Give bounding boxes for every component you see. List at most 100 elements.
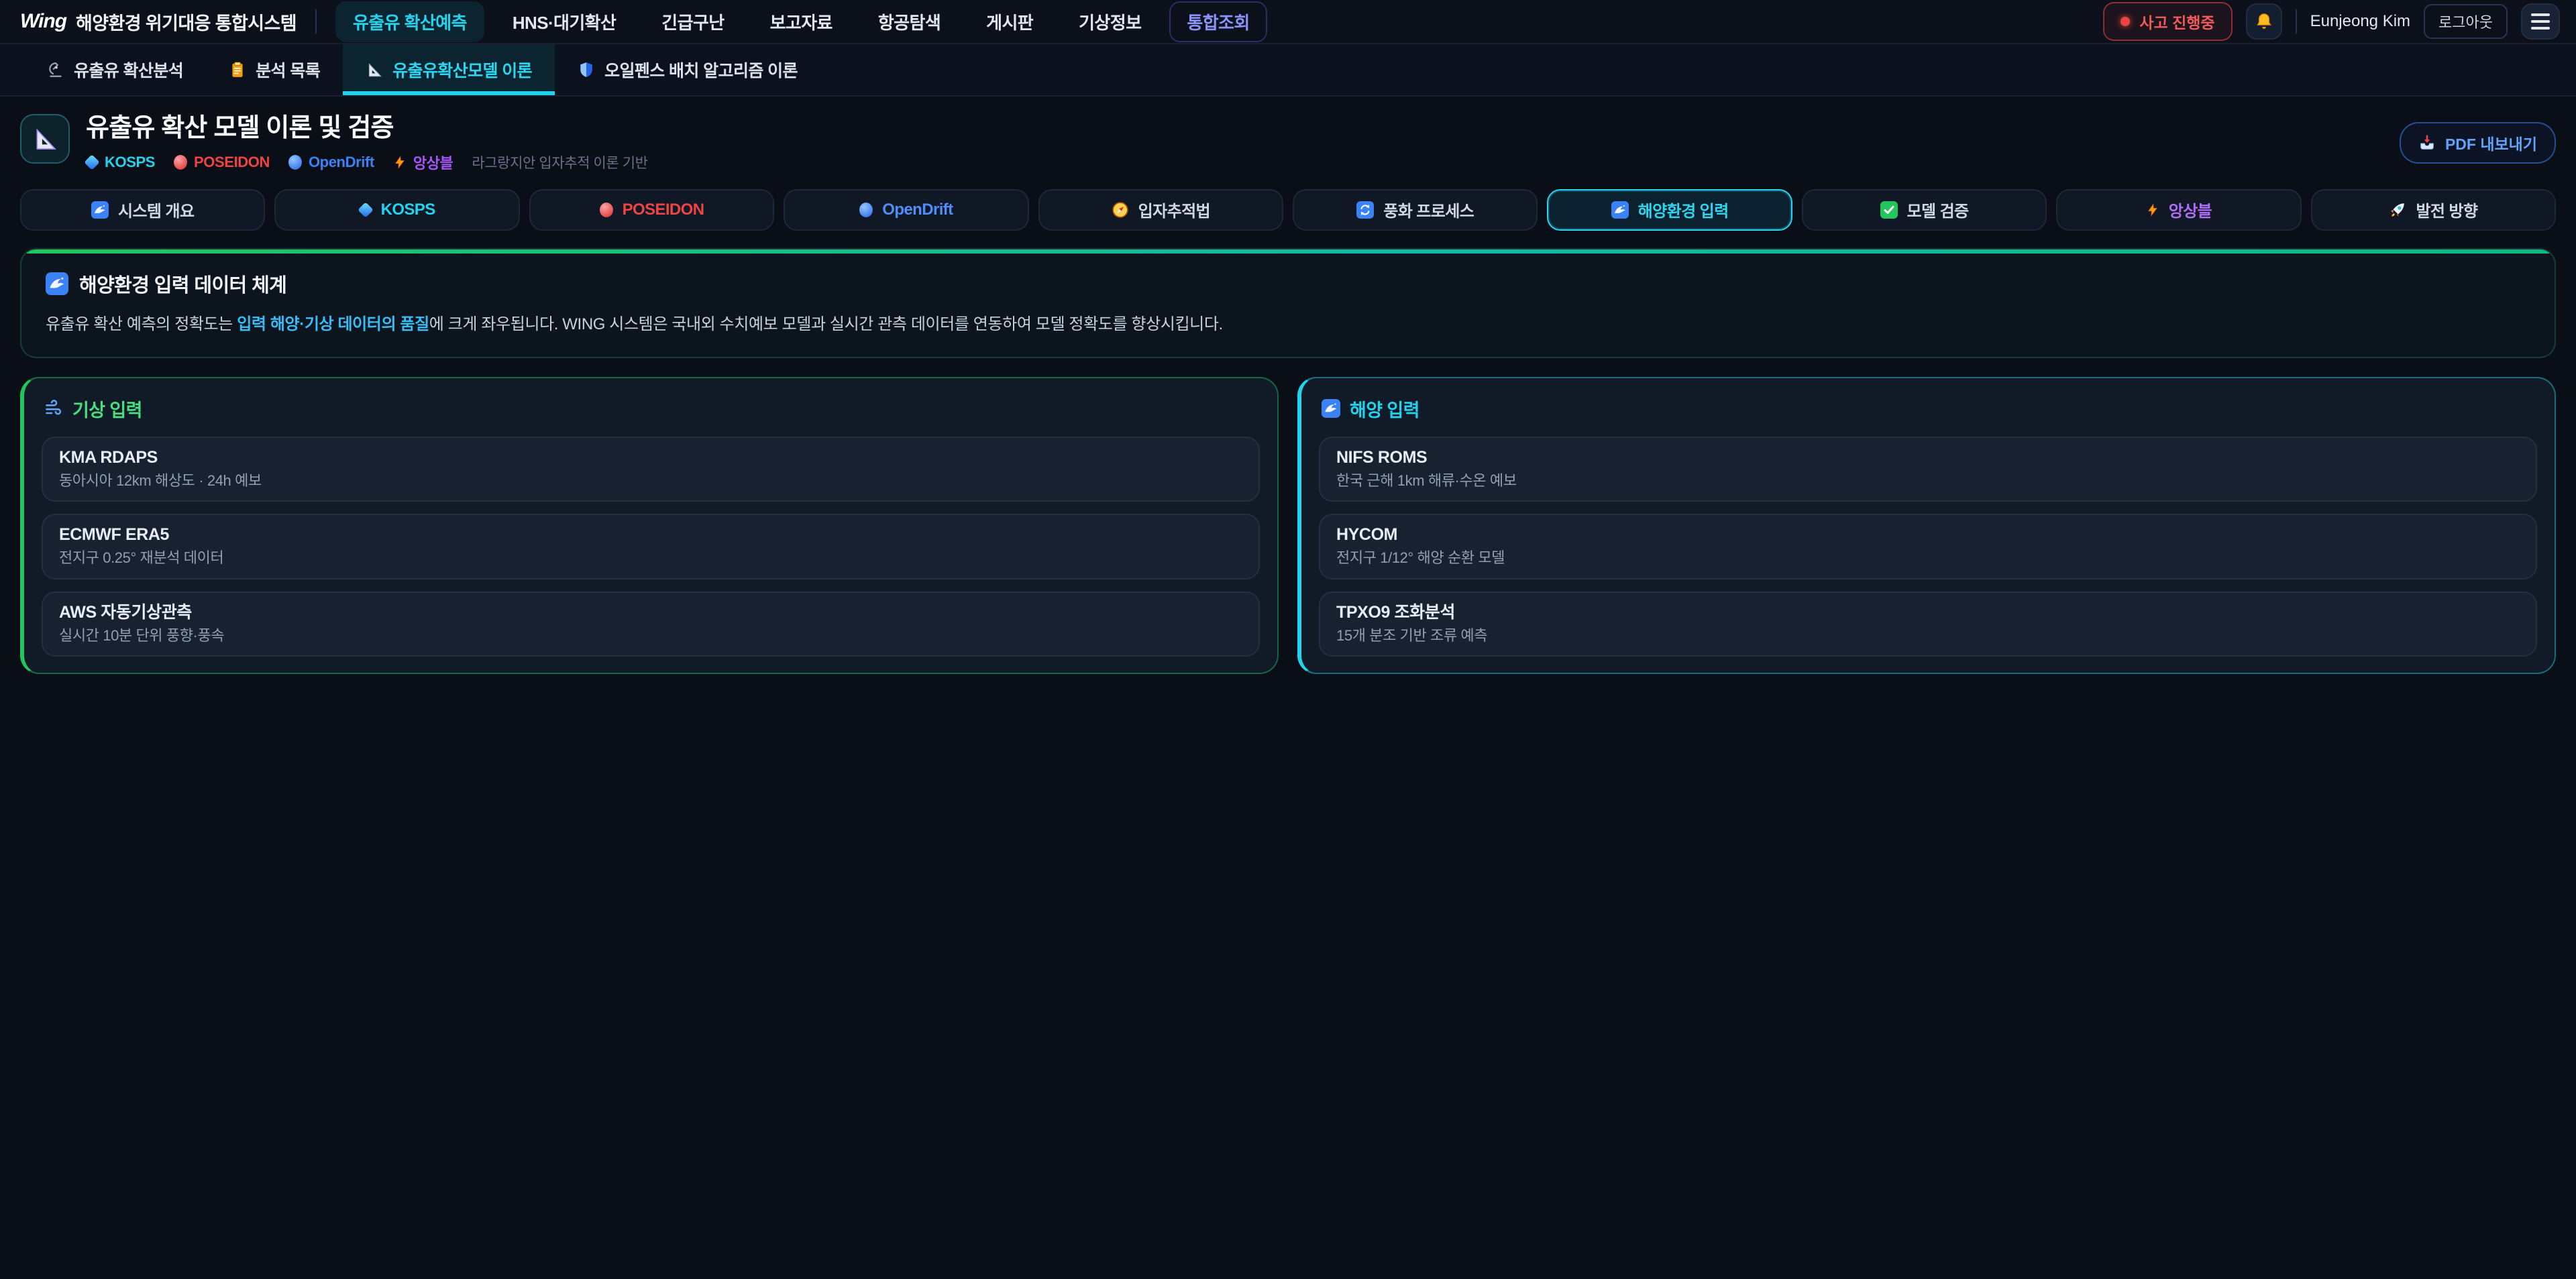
section-tab-label: KOSPS <box>381 201 435 219</box>
data-item-name: AWS 자동기상관측 <box>59 602 1242 622</box>
data-item[interactable]: ECMWF ERA5 전지구 0.25° 재분석 데이터 <box>42 514 1260 579</box>
section-tab-overview[interactable]: 시스템 개요 <box>20 189 265 231</box>
tab-label: 분석 목록 <box>256 58 320 82</box>
data-item-desc: 한국 근해 1km 해류·수온 예보 <box>1336 471 2520 490</box>
section-tabs: 시스템 개요 KOSPS POSEIDON OpenDrift 입자추적법 풍화… <box>20 189 2556 231</box>
incident-badge-label: 사고 진행중 <box>2139 10 2214 33</box>
ocean-input-card: 해양 입력 NIFS ROMS 한국 근해 1km 해류·수온 예보 HYCOM… <box>1297 377 2556 675</box>
incident-status-badge[interactable]: 사고 진행중 <box>2103 2 2232 41</box>
badge-kosps: KOSPS <box>86 154 155 171</box>
hamburger-icon <box>2531 13 2550 16</box>
intro-card: 해양환경 입력 데이터 체계 유출유 확산 예측의 정확도는 입력 해양·기상 … <box>20 248 2556 358</box>
blue-dot-icon <box>288 155 302 170</box>
app-logo[interactable]: Wing 해양환경 위기대응 통합시스템 <box>20 9 297 35</box>
tab-label: 유출유확산모델 이론 <box>392 58 532 82</box>
wave-icon <box>91 201 109 219</box>
blue-dot-icon <box>859 203 873 217</box>
logout-button[interactable]: 로그아웃 <box>2424 4 2508 39</box>
data-item[interactable]: TPXO9 조화분석 15개 분조 기반 조류 예측 <box>1319 592 2537 657</box>
nav-item-hns[interactable]: HNS·대기확산 <box>495 1 633 42</box>
card-title: 기상 입력 <box>72 396 142 422</box>
page-header-text: 유출유 확산 모델 이론 및 검증 KOSPS POSEIDON OpenDri… <box>86 114 648 173</box>
badge-label: POSEIDON <box>194 154 270 171</box>
badge-label: 앙상블 <box>413 152 453 173</box>
tab-oil-fence-theory[interactable]: 오일펜스 배치 알고리즘 이론 <box>555 44 820 95</box>
section-tab-future-direction[interactable]: 발전 방향 <box>2311 189 2556 231</box>
wave-icon <box>46 272 68 295</box>
section-tab-label: POSEIDON <box>623 201 704 219</box>
microscope-icon <box>47 61 64 78</box>
menu-button[interactable] <box>2521 3 2560 40</box>
section-tab-label: 앙상블 <box>2169 198 2212 221</box>
app-root: Wing 해양환경 위기대응 통합시스템 유출유 확산예측 HNS·대기확산 긴… <box>0 0 2576 1279</box>
pdf-export-button[interactable]: PDF 내보내기 <box>2400 122 2556 164</box>
notification-button[interactable] <box>2246 3 2282 40</box>
section-tab-weathering[interactable]: 풍화 프로세스 <box>1293 189 1538 231</box>
data-item[interactable]: HYCOM 전지구 1/12° 해양 순환 모델 <box>1319 514 2537 579</box>
section-tab-kosps[interactable]: KOSPS <box>274 189 519 231</box>
check-icon <box>1880 201 1898 219</box>
page-icon-box <box>20 114 70 164</box>
nav-item-integrated-search[interactable]: 통합조회 <box>1169 1 1267 42</box>
topbar-right: 사고 진행중 Eunjeong Kim 로그아웃 <box>2103 2 2560 41</box>
data-item-name: NIFS ROMS <box>1336 447 2520 467</box>
badge-label: KOSPS <box>105 154 155 171</box>
section-tab-model-validation[interactable]: 모델 검증 <box>1802 189 2047 231</box>
page-title: 유출유 확산 모델 이론 및 검증 <box>86 114 648 144</box>
topbar: Wing 해양환경 위기대응 통합시스템 유출유 확산예측 HNS·대기확산 긴… <box>0 0 2576 44</box>
weather-input-card: 기상 입력 KMA RDAPS 동아시아 12km 해상도 · 24h 예보 E… <box>20 377 1279 675</box>
nav-item-weather-info[interactable]: 기상정보 <box>1061 1 1159 42</box>
tab-model-theory[interactable]: 유출유확산모델 이론 <box>343 44 555 95</box>
data-cards: 기상 입력 KMA RDAPS 동아시아 12km 해상도 · 24h 예보 E… <box>20 377 2556 675</box>
section-tab-marine-input[interactable]: 해양환경 입력 <box>1547 189 1792 231</box>
data-item-desc: 실시간 10분 단위 풍향·풍속 <box>59 626 1242 645</box>
alert-dot-icon <box>2121 17 2130 26</box>
shield-icon <box>578 61 595 78</box>
intro-highlight: 입력 해양·기상 데이터의 품질 <box>237 315 429 333</box>
nav-item-reports[interactable]: 보고자료 <box>753 1 850 42</box>
compass-icon <box>1112 201 1129 219</box>
subnav: 유출유 확산분석 분석 목록 유출유확산모델 이론 오일펜스 배치 알고리즘 이… <box>0 44 2576 97</box>
section-tab-label: 입자추적법 <box>1138 198 1210 221</box>
data-item[interactable]: KMA RDAPS 동아시아 12km 해상도 · 24h 예보 <box>42 437 1260 502</box>
triangle-ruler-icon <box>366 61 383 78</box>
bell-icon <box>2254 11 2274 32</box>
data-item-desc: 전지구 1/12° 해양 순환 모델 <box>1336 549 2520 567</box>
badge-ensemble: 앙상블 <box>393 152 453 173</box>
nav-item-aerial-search[interactable]: 항공탐색 <box>861 1 958 42</box>
tab-label: 유출유 확산분석 <box>74 58 183 82</box>
section-tab-ensemble[interactable]: 앙상블 <box>2056 189 2301 231</box>
page-header: 유출유 확산 모델 이론 및 검증 KOSPS POSEIDON OpenDri… <box>0 97 2576 186</box>
section-tab-opendrift[interactable]: OpenDrift <box>784 189 1028 231</box>
red-dot-icon <box>174 155 187 170</box>
nav-item-rescue[interactable]: 긴급구난 <box>644 1 741 42</box>
data-item-desc: 동아시아 12km 해상도 · 24h 예보 <box>59 471 1242 490</box>
nav-item-oil-spill-forecast[interactable]: 유출유 확산예측 <box>335 1 484 42</box>
data-item[interactable]: AWS 자동기상관측 실시간 10분 단위 풍향·풍속 <box>42 592 1260 657</box>
wind-icon <box>44 399 63 418</box>
section-tab-particle-tracking[interactable]: 입자추적법 <box>1038 189 1283 231</box>
data-item-name: HYCOM <box>1336 524 2520 545</box>
wave-icon <box>1322 399 1340 418</box>
nav-item-board[interactable]: 게시판 <box>969 1 1051 42</box>
badge-label: OpenDrift <box>309 154 374 171</box>
section-title-row: 해양환경 입력 데이터 체계 <box>46 270 2530 298</box>
badge-poseidon: POSEIDON <box>174 154 270 171</box>
section-tab-label: 발전 방향 <box>2416 198 2477 221</box>
refresh-icon <box>1356 201 1374 219</box>
data-item-desc: 15개 분조 기반 조류 예측 <box>1336 626 2520 645</box>
section-tab-poseidon[interactable]: POSEIDON <box>529 189 774 231</box>
data-item-name: TPXO9 조화분석 <box>1336 602 2520 622</box>
main-nav: 유출유 확산예측 HNS·대기확산 긴급구난 보고자료 항공탐색 게시판 기상정… <box>335 1 1267 42</box>
tab-spill-analysis[interactable]: 유출유 확산분석 <box>24 44 206 95</box>
section-tab-label: OpenDrift <box>882 201 953 219</box>
data-item[interactable]: NIFS ROMS 한국 근해 1km 해류·수온 예보 <box>1319 437 2537 502</box>
model-badges: KOSPS POSEIDON OpenDrift 앙상블 라그랑지안 입자추적 … <box>86 152 648 173</box>
data-item-name: KMA RDAPS <box>59 447 1242 467</box>
intro-prefix: 유출유 확산 예측의 정확도는 <box>46 315 237 333</box>
tab-analysis-list[interactable]: 분석 목록 <box>206 44 343 95</box>
export-icon <box>2418 134 2436 152</box>
data-item-desc: 전지구 0.25° 재분석 데이터 <box>59 549 1242 567</box>
section-title: 해양환경 입력 데이터 체계 <box>79 270 286 298</box>
intro-paragraph: 유출유 확산 예측의 정확도는 입력 해양·기상 데이터의 품질에 크게 좌우됩… <box>46 313 2530 337</box>
